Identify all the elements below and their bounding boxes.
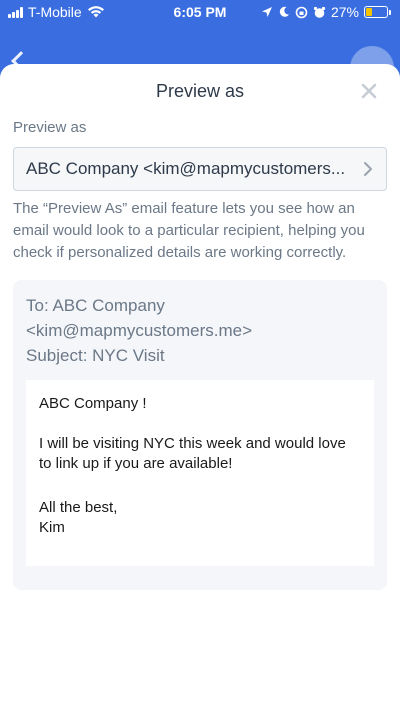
close-icon xyxy=(361,83,377,99)
email-greeting: ABC Company ! xyxy=(39,395,147,412)
location-arrow-icon xyxy=(261,7,272,17)
orientation-lock-icon xyxy=(295,6,308,18)
to-line: To: ABC Company xyxy=(26,296,165,315)
help-text: The “Preview As” email feature lets you … xyxy=(13,200,365,261)
email-preview-card: To: ABC Company <kim@mapmycustomers.me> … xyxy=(13,280,387,590)
sheet-title: Preview as xyxy=(155,81,245,101)
battery-icon xyxy=(364,6,391,18)
battery-percent: 27% xyxy=(330,4,359,20)
chevron-right-icon xyxy=(364,162,372,176)
status-right: 27% xyxy=(261,4,391,20)
email-message: I will be visiting NYC this week and wou… xyxy=(39,435,346,472)
preview-as-sheet: Preview as Preview as ABC Company <kim@m… xyxy=(0,64,400,711)
recipient-select[interactable]: ABC Company <kim@mapmycustomers... xyxy=(13,147,387,191)
to-email: <kim@mapmycustomers.me> xyxy=(26,321,253,340)
email-meta: To: ABC Company <kim@mapmycustomers.me> … xyxy=(26,293,376,368)
email-body: ABC Company ! I will be visiting NYC thi… xyxy=(26,380,374,566)
recipient-value: ABC Company <kim@mapmycustomers... xyxy=(26,159,346,178)
subject-line: Subject: NYC Visit xyxy=(26,346,165,365)
close-button[interactable] xyxy=(360,82,378,100)
screen: T-Mobile 6:05 PM 27% Preview as Preview … xyxy=(0,0,400,711)
alarm-icon xyxy=(313,6,326,18)
email-signoff: All the best, xyxy=(39,499,118,516)
email-signature: Kim xyxy=(39,519,65,536)
moon-icon xyxy=(279,6,289,17)
status-bar: T-Mobile 6:05 PM 27% xyxy=(0,0,400,24)
battery-fill xyxy=(366,8,372,16)
preview-as-label: Preview as xyxy=(13,119,87,136)
